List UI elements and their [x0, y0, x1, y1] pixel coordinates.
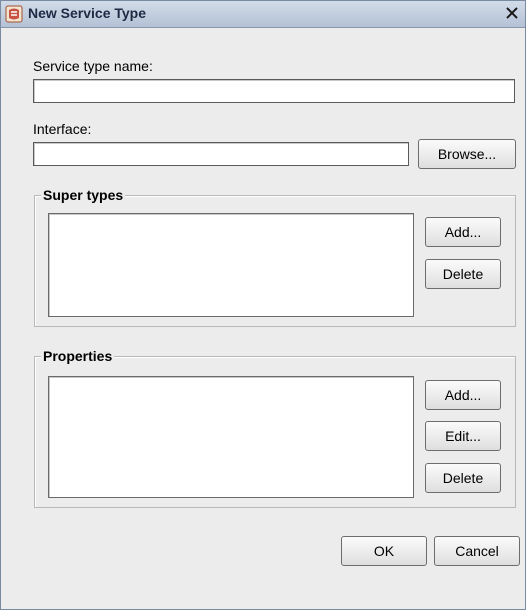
ok-button[interactable]: OK — [341, 536, 427, 566]
cancel-button[interactable]: Cancel — [434, 536, 520, 566]
properties-list[interactable] — [48, 376, 414, 498]
close-button[interactable] — [503, 4, 521, 22]
service-type-name-input[interactable] — [33, 79, 515, 103]
properties-delete-button[interactable]: Delete — [425, 463, 501, 493]
super-types-add-button[interactable]: Add... — [425, 217, 501, 247]
properties-title: Properties — [41, 347, 115, 365]
new-service-type-dialog: New Service Type Service type name: Inte… — [0, 0, 526, 610]
service-type-name-label: Service type name: — [33, 58, 153, 74]
close-icon — [506, 7, 518, 19]
interface-input[interactable] — [33, 142, 409, 166]
window-title: New Service Type — [28, 5, 147, 21]
super-types-title: Super types — [41, 186, 126, 204]
interface-label: Interface: — [33, 121, 92, 137]
super-types-list[interactable] — [48, 213, 414, 317]
properties-add-button[interactable]: Add... — [425, 380, 501, 410]
app-icon — [5, 5, 23, 23]
title-bar[interactable]: New Service Type — [1, 1, 525, 28]
browse-button[interactable]: Browse... — [418, 139, 516, 169]
super-types-delete-button[interactable]: Delete — [425, 259, 501, 289]
properties-edit-button[interactable]: Edit... — [425, 421, 501, 451]
